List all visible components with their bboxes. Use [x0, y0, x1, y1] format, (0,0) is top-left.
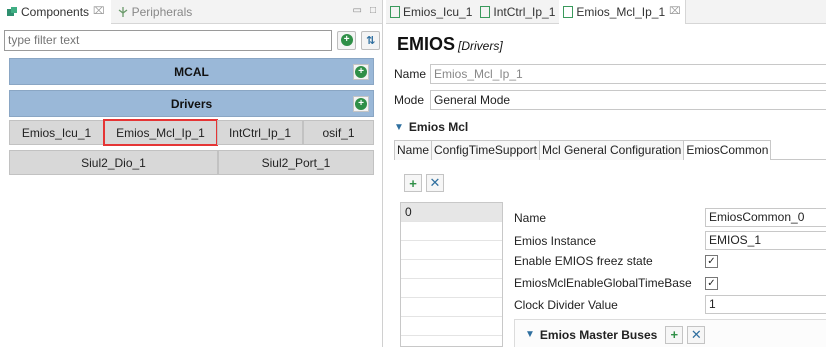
page-title: EMIOS [Drivers]: [397, 34, 503, 55]
subtab-configtimesupport[interactable]: ConfigTimeSupport: [431, 140, 539, 160]
freez-state-checkbox[interactable]: ✓: [705, 254, 718, 268]
list-item-empty: [401, 298, 502, 317]
close-icon[interactable]: ⌧: [93, 6, 105, 17]
add-component-button[interactable]: +: [337, 30, 357, 50]
add-icon: +: [670, 327, 679, 342]
emioscommon-list: 0: [400, 202, 503, 347]
tab-components[interactable]: Components ⌧: [0, 0, 111, 24]
prop-freez-label: Enable EMIOS freez state: [514, 254, 653, 268]
chevron-down-icon: ▼: [394, 121, 404, 133]
component-intctrl-ip[interactable]: IntCtrl_Ip_1: [217, 120, 303, 145]
filter-input[interactable]: [4, 29, 333, 51]
minimize-icon[interactable]: ▭: [353, 5, 362, 16]
section-label: Emios Mcl: [408, 120, 469, 134]
name-label: Name: [394, 67, 427, 81]
close-icon[interactable]: ⌧: [669, 6, 681, 17]
add-master-bus-button[interactable]: +: [665, 325, 684, 344]
name-row: Name Emios_Mcl_Ip_1: [394, 64, 826, 84]
mode-row: Mode General Mode: [394, 90, 826, 110]
tab-intctrl-ip-label: IntCtrl_Ip_1: [493, 4, 556, 19]
config-subtabs: Name ConfigTimeSupport Mcl General Confi…: [394, 140, 826, 160]
add-icon: +: [355, 98, 367, 110]
sort-button[interactable]: ⇅: [361, 30, 380, 50]
tab-emios-icu[interactable]: Emios_Icu_1: [386, 0, 476, 24]
prop-instance-row: Emios Instance EMIOS_1: [514, 231, 826, 250]
master-buses-label: Emios Master Buses: [539, 327, 658, 342]
add-mcal-button[interactable]: +: [353, 64, 369, 80]
subtab-emioscommon[interactable]: EmiosCommon: [683, 140, 772, 160]
component-siul2-dio[interactable]: Siul2_Dio_1: [9, 150, 218, 175]
remove-icon: ✕: [429, 175, 441, 190]
drivers-label: Drivers: [170, 96, 213, 111]
prop-name-row: Name EmiosCommon_0: [514, 208, 826, 227]
add-driver-button[interactable]: +: [353, 96, 369, 112]
subtab-mcl-general-configuration[interactable]: Mcl General Configuration: [538, 140, 684, 160]
prop-instance-select[interactable]: EMIOS_1: [705, 231, 826, 250]
page-title-main: EMIOS: [397, 34, 456, 54]
prop-instance-label: Emios Instance: [514, 233, 597, 248]
tab-intctrl-ip[interactable]: IntCtrl_Ip_1: [476, 0, 559, 24]
driver-component-row-2: Siul2_Dio_1 Siul2_Port_1: [9, 150, 374, 175]
tab-emios-icu-label: Emios_Icu_1: [403, 4, 473, 19]
prop-clockdivider-row: Clock Divider Value 1: [514, 295, 826, 314]
mcal-category-bar[interactable]: MCAL +: [9, 58, 374, 85]
prop-freez-row: Enable EMIOS freez state ✓: [514, 254, 718, 268]
list-item-empty: [401, 279, 502, 298]
prop-name-field[interactable]: EmiosCommon_0: [705, 208, 826, 227]
window-controls: ▭ □: [353, 5, 377, 16]
drivers-category-bar[interactable]: Drivers +: [9, 90, 374, 117]
subtab-name[interactable]: Name: [394, 140, 432, 160]
emios-mcl-section-header[interactable]: ▼ Emios Mcl: [394, 120, 468, 134]
prop-globaltimebase-row: EmiosMclEnableGlobalTimeBase ✓: [514, 276, 718, 290]
tab-emios-mcl-ip-label: Emios_Mcl_Ip_1: [576, 4, 666, 19]
mode-label: Mode: [394, 93, 425, 107]
components-tabbar: Components ⌧ Peripherals ▭ □: [0, 0, 382, 24]
prop-name-label: Name: [514, 210, 547, 225]
mode-select[interactable]: General Mode: [430, 90, 826, 110]
sort-icon: ⇅: [365, 34, 376, 47]
list-item-empty: [401, 222, 502, 241]
chevron-down-icon[interactable]: ▼: [525, 329, 535, 340]
component-emios-icu[interactable]: Emios_Icu_1: [9, 120, 104, 145]
remove-master-bus-button[interactable]: ✕: [687, 325, 706, 344]
add-icon: +: [409, 175, 417, 191]
remove-icon: ✕: [690, 326, 702, 342]
components-panel: Components ⌧ Peripherals ▭ □ + ⇅ MCAL + …: [0, 0, 383, 347]
editor-panel: Emios_Icu_1 IntCtrl_Ip_1 Emios_Mcl_Ip_1 …: [386, 0, 826, 347]
list-item[interactable]: 0: [401, 203, 502, 222]
tab-components-label: Components: [21, 4, 90, 19]
tab-emios-mcl-ip[interactable]: Emios_Mcl_Ip_1 ⌧: [559, 0, 686, 24]
prop-clockdivider-label: Clock Divider Value: [514, 297, 618, 312]
master-buses-section: ▼ Emios Master Buses + ✕: [514, 319, 826, 347]
file-icon: [390, 5, 400, 18]
editor-tabbar: Emios_Icu_1 IntCtrl_Ip_1 Emios_Mcl_Ip_1 …: [386, 0, 826, 24]
add-item-button[interactable]: +: [404, 174, 422, 192]
prop-globaltimebase-label: EmiosMclEnableGlobalTimeBase: [514, 276, 692, 290]
component-siul2-port[interactable]: Siul2_Port_1: [218, 150, 374, 175]
list-item-empty: [401, 317, 502, 336]
list-buttons: + ✕: [404, 174, 444, 192]
peripherals-icon: [117, 6, 129, 18]
tab-peripherals[interactable]: Peripherals: [111, 0, 199, 24]
tab-peripherals-label: Peripherals: [131, 4, 193, 19]
page-title-sub: [Drivers]: [458, 39, 503, 53]
list-item-empty: [401, 260, 502, 279]
add-icon: +: [355, 66, 367, 78]
remove-item-button[interactable]: ✕: [426, 174, 444, 192]
globaltimebase-checkbox[interactable]: ✓: [705, 276, 718, 290]
maximize-icon[interactable]: □: [370, 5, 376, 16]
components-icon: [6, 6, 18, 18]
component-osif[interactable]: osif_1: [303, 120, 374, 145]
driver-component-row-1: Emios_Icu_1 Emios_Mcl_Ip_1 IntCtrl_Ip_1 …: [9, 119, 374, 146]
filter-row: + ⇅: [4, 29, 380, 51]
add-icon: +: [340, 34, 353, 46]
clockdivider-field[interactable]: 1: [705, 295, 826, 314]
mcal-label: MCAL: [174, 64, 209, 79]
component-emios-mcl-ip[interactable]: Emios_Mcl_Ip_1: [103, 119, 218, 146]
list-item-empty: [401, 241, 502, 260]
file-icon: [563, 5, 574, 18]
file-icon: [480, 5, 491, 18]
name-field[interactable]: Emios_Mcl_Ip_1: [430, 64, 826, 84]
